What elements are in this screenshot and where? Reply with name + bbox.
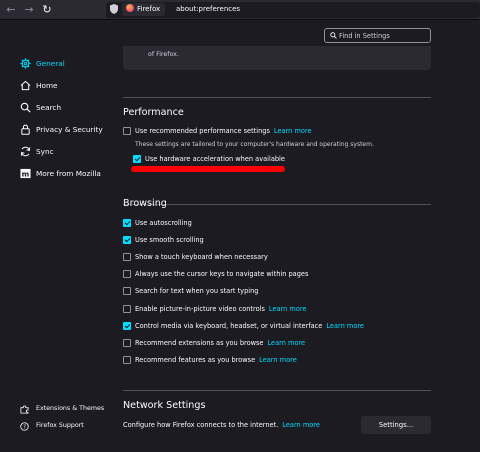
performance-title: Performance xyxy=(123,107,184,118)
browsing-option-label: Search for text when you start typing xyxy=(135,287,259,295)
network-settings-button[interactable]: Settings... xyxy=(361,416,431,434)
browser-toolbar: ← → ↻ Firefox about:preferences xyxy=(0,0,480,20)
sidebar-item-label: General xyxy=(36,59,65,68)
browsing-title: Browsing xyxy=(123,198,167,209)
settings-content: of Firefox. Performance Use recommended … xyxy=(108,20,480,452)
hardware-acceleration-label: Use hardware acceleration when available xyxy=(145,155,285,163)
forward-arrow-icon[interactable]: → xyxy=(22,3,36,17)
learn-more-link[interactable]: Learn more xyxy=(269,305,307,313)
browsing-option-label: Recommend extensions as you browse xyxy=(135,339,264,347)
recommend-extensions-checkbox[interactable] xyxy=(123,339,131,347)
sidebar-item-label: Sync xyxy=(36,147,54,156)
svg-text:m: m xyxy=(22,169,30,178)
firefox-logo-icon xyxy=(126,4,134,12)
home-icon xyxy=(20,80,31,91)
section-divider xyxy=(123,204,431,205)
recommended-performance-label: Use recommended performance settings xyxy=(135,127,270,135)
url-text[interactable]: about:preferences xyxy=(176,3,240,16)
previous-section-text: of Firefox. xyxy=(148,51,179,58)
svg-text:?: ? xyxy=(23,425,26,431)
browsing-option-label: Use smooth scrolling xyxy=(135,236,204,244)
sidebar-item-label: Home xyxy=(36,81,58,90)
cursor-keys-checkbox[interactable] xyxy=(123,270,131,278)
identity-label: Firefox xyxy=(137,5,161,13)
find-in-settings[interactable] xyxy=(324,28,431,43)
autoscrolling-checkbox[interactable] xyxy=(123,219,131,227)
network-settings-title: Network Settings xyxy=(123,400,206,411)
search-input[interactable] xyxy=(339,30,427,41)
performance-hint: These settings are tailored to your comp… xyxy=(135,141,374,148)
control-media-checkbox[interactable] xyxy=(123,322,131,330)
search-icon xyxy=(330,32,337,39)
previous-section-box: of Firefox. xyxy=(123,46,431,70)
learn-more-link[interactable]: Learn more xyxy=(259,356,297,364)
browsing-option-label: Control media via keyboard, headset, or … xyxy=(135,322,323,330)
learn-more-link[interactable]: Learn more xyxy=(282,421,320,429)
sidebar-item-label: Privacy & Security xyxy=(36,125,103,134)
section-divider xyxy=(123,390,431,391)
shield-icon[interactable] xyxy=(110,4,118,14)
browsing-option-label: Recommend features as you browse xyxy=(135,356,256,364)
sidebar-item-label: More from Mozilla xyxy=(36,169,101,178)
identity-box[interactable]: Firefox xyxy=(122,3,166,16)
gear-icon xyxy=(20,58,31,69)
picture-in-picture-checkbox[interactable] xyxy=(123,305,131,313)
browsing-option-label: Show a touch keyboard when necessary xyxy=(135,253,268,261)
reload-icon[interactable]: ↻ xyxy=(40,3,54,17)
hardware-acceleration-checkbox[interactable] xyxy=(133,155,141,163)
browsing-option-label: Enable picture-in-picture video controls xyxy=(135,305,265,313)
help-icon: ? xyxy=(20,422,29,431)
recommend-features-checkbox[interactable] xyxy=(123,356,131,364)
learn-more-link[interactable]: Learn more xyxy=(274,127,312,135)
browsing-option-label: Always use the cursor keys to navigate w… xyxy=(135,270,309,278)
settings-sidebar: General Home Search Privacy & Security S… xyxy=(0,20,108,452)
search-icon xyxy=(20,102,31,113)
learn-more-link[interactable]: Learn more xyxy=(268,339,306,347)
sidebar-footer-label: Firefox Support xyxy=(36,422,84,429)
recommended-performance-checkbox[interactable] xyxy=(123,127,131,135)
smooth-scrolling-checkbox[interactable] xyxy=(123,236,131,244)
lock-icon xyxy=(21,124,30,135)
mozilla-icon: m xyxy=(20,168,31,178)
sync-icon xyxy=(20,146,31,157)
network-description: Configure how Firefox connects to the in… xyxy=(123,421,320,429)
learn-more-link[interactable]: Learn more xyxy=(326,322,364,330)
puzzle-icon xyxy=(20,405,29,414)
touch-keyboard-checkbox[interactable] xyxy=(123,253,131,261)
browsing-option-label: Use autoscrolling xyxy=(135,219,192,227)
search-text-typing-checkbox[interactable] xyxy=(123,287,131,295)
section-divider xyxy=(123,97,431,98)
red-annotation-underline xyxy=(131,166,285,172)
back-arrow-icon[interactable]: ← xyxy=(4,3,18,17)
sidebar-footer-label: Extensions & Themes xyxy=(36,405,105,412)
sidebar-item-label: Search xyxy=(36,103,62,112)
network-description-text: Configure how Firefox connects to the in… xyxy=(123,421,279,429)
